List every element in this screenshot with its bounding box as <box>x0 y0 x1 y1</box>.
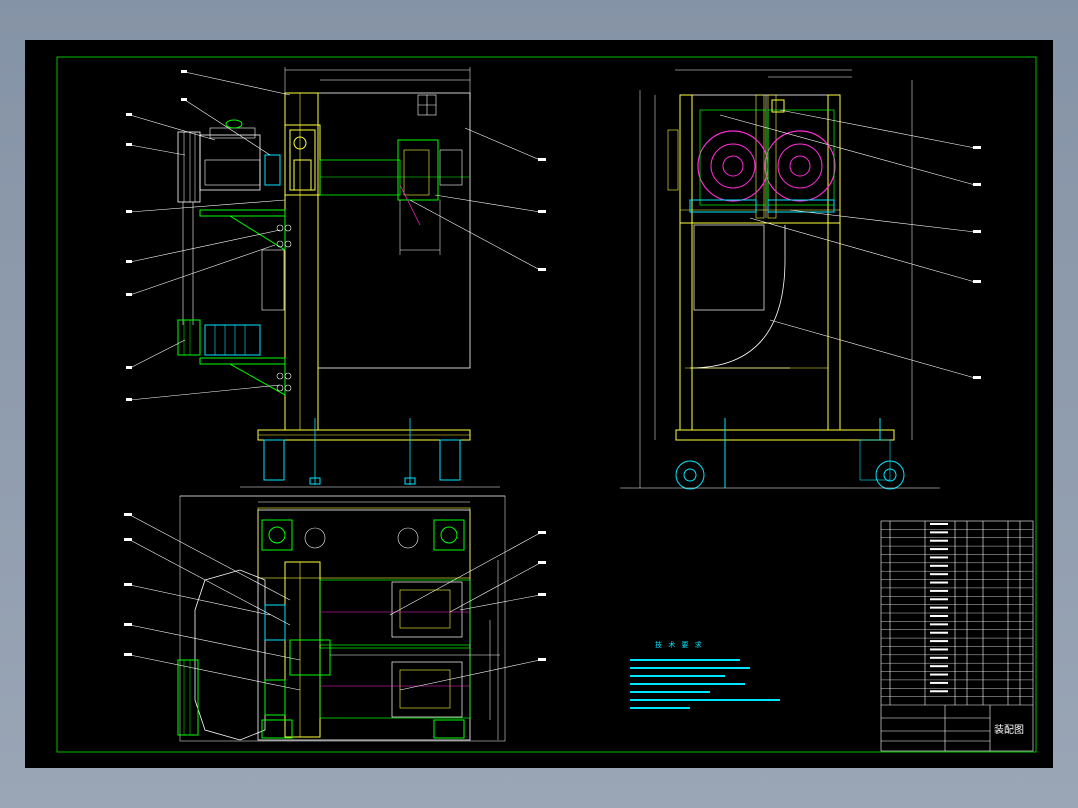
parts-list-cell-text <box>930 589 948 592</box>
parts-list-cell-text <box>930 539 948 542</box>
parts-list-cell-text <box>930 531 948 534</box>
technical-notes-lines <box>630 659 780 709</box>
parts-list-cell-text <box>930 681 948 684</box>
top-view <box>177 495 506 742</box>
parts-list-cell-text <box>930 573 948 576</box>
drawing-title: 装配图 <box>994 725 1024 736</box>
parts-list-cell-text <box>930 615 948 617</box>
front-view <box>177 67 500 488</box>
notes-heading: 技 术 要 求 <box>655 641 704 649</box>
parts-list-cell-text <box>930 640 948 643</box>
parts-list-cell-text <box>930 581 948 584</box>
side-view <box>620 69 940 490</box>
parts-list-cell-text <box>930 673 948 676</box>
leader-lines <box>129 71 976 691</box>
parts-list-rows <box>881 523 1033 697</box>
parts-list-cell-text <box>930 665 948 668</box>
assembly-drawing <box>56 56 1037 753</box>
parts-list-cell-text <box>930 598 948 601</box>
parts-list-cell-text <box>930 523 948 525</box>
parts-list-table <box>880 520 1034 752</box>
parts-list-cell-text <box>930 564 948 567</box>
parts-list-cell-text <box>930 690 948 693</box>
parts-list-cell-text <box>930 606 948 609</box>
parts-list-cell-text <box>930 656 948 659</box>
cad-viewport[interactable]: 技 术 要 求 装配图 <box>0 0 1078 808</box>
parts-list-cell-text <box>930 556 948 559</box>
part-balloons <box>124 70 981 661</box>
parts-list-cell-text <box>930 623 948 626</box>
parts-list-cell-text <box>930 648 948 651</box>
parts-list-cell-text <box>930 548 948 551</box>
parts-list-cell-text <box>930 631 948 634</box>
